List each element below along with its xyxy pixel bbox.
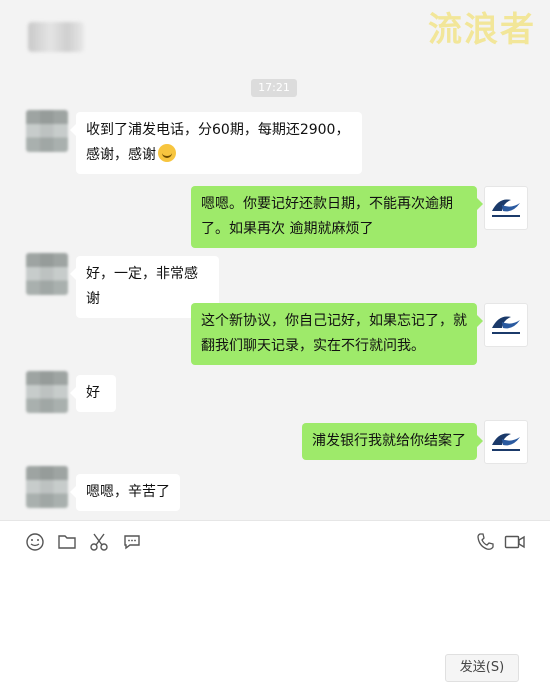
avatar[interactable] <box>484 186 528 230</box>
message-text: 嗯嗯。你要记好还款日期，不能再次逾期了。如果再次 逾期就麻烦了 <box>201 196 453 237</box>
phone-icon[interactable] <box>474 531 496 553</box>
emoji-icon[interactable] <box>24 531 46 553</box>
chat-history: 流浪者 17:21 收到了浦发电话，分60期，每期还2900，感谢，感谢 嗯嗯。… <box>0 0 550 520</box>
avatar[interactable] <box>26 253 68 295</box>
logo-icon <box>492 199 520 217</box>
message-text: 好 <box>86 385 100 401</box>
send-button[interactable]: 发送(S) <box>445 654 519 682</box>
message-text: 收到了浦发电话，分60期，每期还2900，感谢，感谢 <box>86 122 350 163</box>
smile-emoji-icon <box>158 144 176 162</box>
message-text: 浦发银行我就给你结案了 <box>312 433 466 449</box>
message-text: 好，一定，非常感谢 <box>86 266 198 307</box>
message-bubble[interactable]: 这个新协议，你自己记好，如果忘记了，就翻我们聊天记录，实在不行就问我。 <box>191 303 483 365</box>
message-text: 这个新协议，你自己记好，如果忘记了，就翻我们聊天记录，实在不行就问我。 <box>201 313 467 354</box>
message-bubble[interactable]: 嗯嗯，辛苦了 <box>70 474 180 511</box>
avatar <box>28 22 84 52</box>
avatar[interactable] <box>26 110 68 152</box>
watermark: 流浪者 <box>428 10 536 50</box>
avatar[interactable] <box>484 420 528 464</box>
chat-bubble-icon[interactable] <box>121 531 143 553</box>
message-bubble[interactable]: 好 <box>70 375 116 412</box>
timestamp: 17:21 <box>251 79 297 97</box>
message-bubble[interactable]: 收到了浦发电话，分60期，每期还2900，感谢，感谢 <box>70 112 362 174</box>
scissors-icon[interactable] <box>88 531 110 553</box>
folder-icon[interactable] <box>56 531 78 553</box>
avatar[interactable] <box>26 371 68 413</box>
message-bubble[interactable]: 嗯嗯。你要记好还款日期，不能再次逾期了。如果再次 逾期就麻烦了 <box>191 186 483 248</box>
input-toolbar <box>0 520 550 563</box>
logo-icon <box>492 433 520 451</box>
video-icon[interactable] <box>504 531 526 553</box>
message-text: 嗯嗯，辛苦了 <box>86 484 170 500</box>
avatar[interactable] <box>484 303 528 347</box>
message-bubble[interactable]: 浦发银行我就给你结案了 <box>302 423 483 460</box>
logo-icon <box>492 316 520 334</box>
avatar[interactable] <box>26 466 68 508</box>
